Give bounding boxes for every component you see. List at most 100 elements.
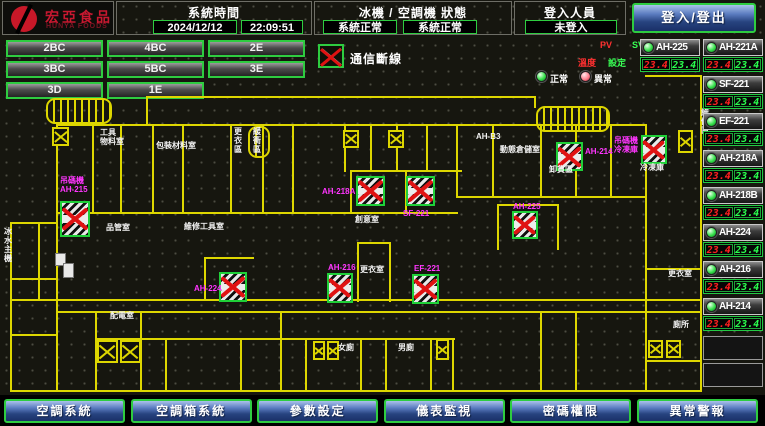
wall xyxy=(10,334,58,336)
unit-pv-value: 23.4 xyxy=(705,133,733,144)
room-label: 維修工具室 xyxy=(184,223,224,232)
floor-button-3d[interactable]: 3D xyxy=(6,82,103,99)
unit-panel-ah-218a[interactable]: AH-218A xyxy=(703,150,763,167)
unit-sv-value: 23.4 xyxy=(734,133,762,144)
menu-button-5[interactable]: 異常警報 xyxy=(637,399,758,423)
unit-status-led-icon xyxy=(706,190,717,201)
menu-button-4[interactable]: 密碼權限 xyxy=(510,399,631,423)
wall xyxy=(10,299,700,301)
floor-button-4bc[interactable]: 4BC xyxy=(107,40,204,57)
wall xyxy=(56,212,458,214)
wall xyxy=(426,124,428,172)
unit-pv-value: 23.4 xyxy=(705,59,733,70)
unit-values-ah-216: 23.423.4 xyxy=(703,279,763,294)
wall xyxy=(385,338,387,390)
chiller-status-value: 系統正常 xyxy=(323,20,397,34)
room-label: AH-B3 xyxy=(476,133,500,142)
login-user-value: 未登入 xyxy=(525,20,617,34)
floor-button-5bc[interactable]: 5BC xyxy=(107,61,204,78)
login-label: 登入人員 xyxy=(515,4,625,21)
unit-pv-value: 23.4 xyxy=(705,244,733,255)
unit-sv-value: 23.4 xyxy=(734,244,762,255)
wall xyxy=(452,338,454,390)
menu-button-1[interactable]: 空調箱系統 xyxy=(131,399,252,423)
ahu-plan-label: AH-214 xyxy=(585,147,613,156)
floor-button-2e[interactable]: 2E xyxy=(208,40,305,57)
menu-button-3[interactable]: 儀表監視 xyxy=(384,399,505,423)
sv-name-header: 設定 xyxy=(608,56,626,69)
abnormal-label: 異常 xyxy=(594,72,612,85)
unit-panel-ah-216[interactable]: AH-216 xyxy=(703,261,763,278)
unit-name-label: EF-221 xyxy=(719,116,749,127)
spare-unit-panel xyxy=(703,336,763,360)
room-label: 卸貨區 xyxy=(549,166,573,175)
room-label: 更衣區 xyxy=(233,127,242,154)
unit-name-label: AH-218B xyxy=(719,190,757,201)
menu-button-2[interactable]: 參數設定 xyxy=(257,399,378,423)
machine-status-label: 冰機 / 空調機 狀態 xyxy=(315,4,511,21)
unit-name-label: AH-218A xyxy=(719,153,757,164)
ahu-status-value: 系統正常 xyxy=(403,20,477,34)
unit-name-label: AH-216 xyxy=(719,264,750,275)
wall xyxy=(389,242,391,302)
ahu-icon-吊碼機-冷凍庫[interactable] xyxy=(641,135,667,164)
pv-header: PV xyxy=(600,40,612,50)
wall xyxy=(357,242,391,244)
unit-pv-value: 23.4 xyxy=(705,318,733,329)
unit-pv-value: 23.4 xyxy=(705,207,733,218)
ahu-icon-AH-218A[interactable] xyxy=(356,176,385,206)
unit-values-ah-221a: 23.423.4 xyxy=(703,57,763,72)
wall xyxy=(152,124,154,214)
wall xyxy=(146,96,536,98)
shaft-x-icon xyxy=(343,130,359,148)
room-label: 冷凍庫 xyxy=(640,164,664,173)
unit-status-led-icon xyxy=(706,227,717,238)
unit-status-led-icon xyxy=(706,42,717,53)
system-time-section: 系統時間 2024/12/12 22:09:51 xyxy=(116,1,312,35)
ahu-icon-SF-221[interactable] xyxy=(406,176,435,206)
floor-button-2bc[interactable]: 2BC xyxy=(6,40,103,57)
unit-panel-ah-221a[interactable]: AH-221A xyxy=(703,39,763,56)
unit-sv-value: 23.4 xyxy=(734,96,762,107)
ahu-icon-吊碼機-AH-215[interactable] xyxy=(60,201,90,237)
room-label: 更衣室 xyxy=(360,266,384,275)
logo-box: 宏亞食品 HUNYA FOODS xyxy=(2,1,114,35)
floor-button-3e[interactable]: 3E xyxy=(208,61,305,78)
shaft-x-icon xyxy=(666,340,681,358)
normal-led-icon xyxy=(536,71,547,82)
system-time-value: 22:09:51 xyxy=(241,20,303,34)
system-time-label: 系統時間 xyxy=(117,4,311,21)
ahu-icon-AH-216[interactable] xyxy=(327,273,353,303)
unit-sv-value: 23.4 xyxy=(671,59,699,70)
unit-pv-value: 23.4 xyxy=(705,96,733,107)
wall xyxy=(56,311,700,313)
wall xyxy=(540,124,542,198)
ahu-plan-label: AH-216 xyxy=(328,263,356,272)
unit-panel-ah-225[interactable]: AH-225 xyxy=(640,39,700,56)
unit-panel-ef-221[interactable]: EF-221 xyxy=(703,113,763,130)
room-label: 更衣室 xyxy=(668,270,692,279)
ahu-icon-AH-225[interactable] xyxy=(512,211,538,239)
unit-panel-ah-224[interactable]: AH-224 xyxy=(703,224,763,241)
menu-button-0[interactable]: 空調系統 xyxy=(4,399,125,423)
login-logout-button[interactable]: 登入/登出 xyxy=(632,3,756,33)
ahu-icon-AH-224[interactable] xyxy=(219,272,247,302)
unit-panel-ah-218b[interactable]: AH-218B xyxy=(703,187,763,204)
ahu-plan-label: 吊碼機 AH-215 xyxy=(60,176,88,194)
wall xyxy=(575,311,577,391)
ahu-plan-label: AH-218A xyxy=(322,187,355,196)
floor-button-3bc[interactable]: 3BC xyxy=(6,61,103,78)
unit-panel-ah-214[interactable]: AH-214 xyxy=(703,298,763,315)
wall xyxy=(10,222,58,224)
wall xyxy=(357,242,359,302)
unit-panel-sf-221[interactable]: SF-221 xyxy=(703,76,763,93)
unit-values-ah-218a: 23.423.4 xyxy=(703,168,763,183)
ahu-icon-EF-221[interactable] xyxy=(412,274,439,304)
unit-values-ah-218b: 23.423.4 xyxy=(703,205,763,220)
room-label: 男廁 xyxy=(398,344,414,353)
wall xyxy=(456,124,458,198)
brand-subtitle: HUNYA FOODS xyxy=(46,23,108,30)
unit-sv-value: 23.4 xyxy=(734,59,762,70)
unit-values-ah-214: 23.423.4 xyxy=(703,316,763,331)
comm-loss-icon xyxy=(318,44,344,68)
